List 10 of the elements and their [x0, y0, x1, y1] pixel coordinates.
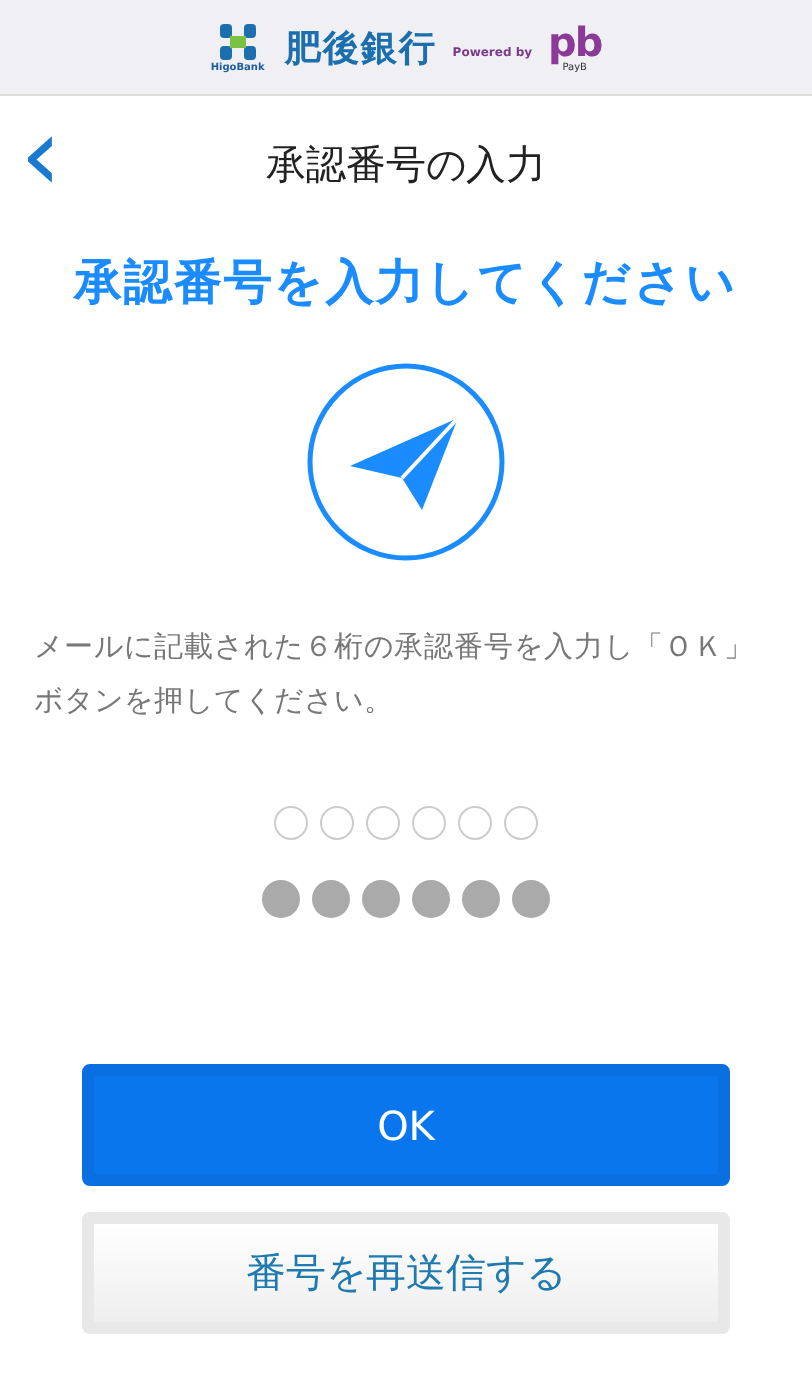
screen-title: 承認番号の入力 — [266, 137, 546, 191]
ok-button[interactable]: OK — [82, 1064, 730, 1186]
instruction-text: メールに記載された６桁の承認番号を入力し「ＯＫ」ボタンを押してください。 — [34, 630, 756, 722]
heading: 承認番号を入力してください — [74, 252, 738, 314]
bank-logo-icon — [217, 21, 258, 61]
paper-plane-icon — [306, 362, 506, 562]
resend-button[interactable]: 番号を再送信する — [82, 1212, 730, 1334]
back-button[interactable]: ‹ — [20, 112, 62, 200]
bank-name: 肥後銀行 — [284, 25, 437, 71]
partner-logo: pb — [548, 21, 602, 61]
